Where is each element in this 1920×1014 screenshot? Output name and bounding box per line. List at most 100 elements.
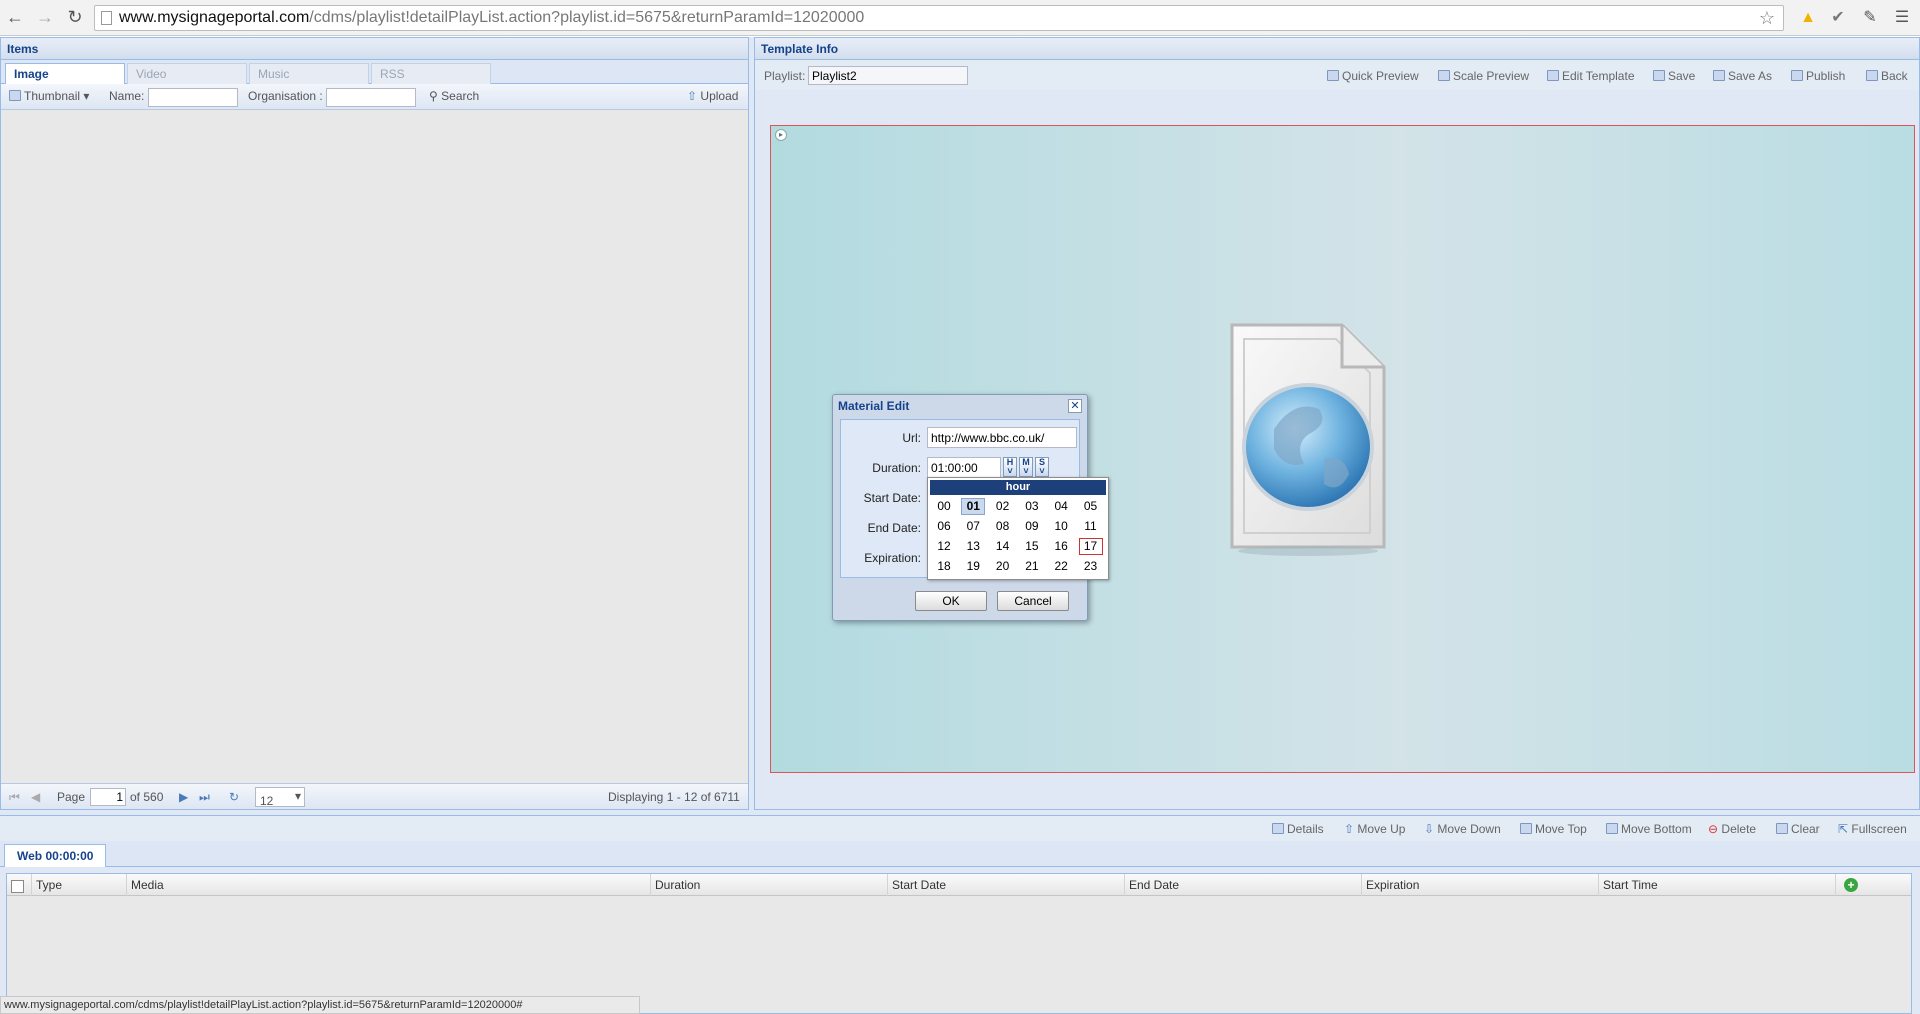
bookmark-star-icon[interactable]: ☆ bbox=[1759, 6, 1775, 30]
fullscreen-button[interactable]: ⇱ Fullscreen bbox=[1838, 822, 1907, 836]
tab-video[interactable]: Video bbox=[127, 63, 247, 84]
back-icon[interactable]: ← bbox=[4, 6, 26, 28]
page-number-input[interactable] bbox=[90, 788, 126, 806]
back-label: Back bbox=[1881, 69, 1908, 83]
hour-option[interactable]: 17 bbox=[1078, 538, 1103, 555]
move-top-icon bbox=[1520, 823, 1532, 834]
search-icon: ⚲ bbox=[429, 89, 438, 103]
refresh-icon[interactable]: ↻ bbox=[229, 790, 239, 804]
notification-bell-icon[interactable]: ▲ bbox=[1798, 8, 1818, 28]
hour-option[interactable]: 22 bbox=[1049, 558, 1073, 575]
move-top-button[interactable]: Move Top bbox=[1520, 822, 1587, 836]
second-spinner-button[interactable]: S ˅ bbox=[1035, 457, 1049, 477]
scale-preview-button[interactable]: Scale Preview bbox=[1438, 69, 1529, 83]
scale-preview-label: Scale Preview bbox=[1453, 69, 1530, 83]
save-button[interactable]: Save bbox=[1653, 69, 1695, 83]
hour-spinner-button[interactable]: H ˅ bbox=[1003, 457, 1017, 477]
start-date-label: Start Date: bbox=[863, 491, 921, 505]
status-bar: www.mysignageportal.com/cdms/playlist!de… bbox=[0, 996, 640, 1014]
select-all-checkbox[interactable] bbox=[7, 874, 31, 896]
hour-option[interactable]: 00 bbox=[932, 498, 956, 515]
move-bottom-icon bbox=[1606, 823, 1618, 834]
column-end-date[interactable]: End Date bbox=[1124, 874, 1361, 896]
minute-spinner-button[interactable]: M ˅ bbox=[1019, 457, 1033, 477]
hour-option[interactable]: 02 bbox=[991, 498, 1015, 515]
clear-button[interactable]: Clear bbox=[1776, 822, 1820, 836]
hour-option[interactable]: 16 bbox=[1049, 538, 1073, 555]
address-bar[interactable]: www.mysignageportal.com/cdms/playlist!de… bbox=[94, 5, 1784, 31]
column-media[interactable]: Media bbox=[126, 874, 650, 896]
hour-option[interactable]: 21 bbox=[1020, 558, 1044, 575]
publish-icon bbox=[1791, 70, 1803, 81]
hour-option[interactable]: 06 bbox=[932, 518, 956, 535]
fullscreen-icon: ⇱ bbox=[1838, 822, 1849, 836]
page-size-select[interactable]: 12 ▾ bbox=[255, 787, 305, 808]
column-duration[interactable]: Duration bbox=[650, 874, 887, 896]
view-mode-button[interactable]: Thumbnail ▾ bbox=[9, 89, 89, 103]
hour-option[interactable]: 13 bbox=[961, 538, 985, 555]
column-type[interactable]: Type bbox=[31, 874, 126, 896]
column-expiration[interactable]: Expiration bbox=[1361, 874, 1598, 896]
tab-web[interactable]: Web 00:00:00 bbox=[4, 844, 107, 867]
hour-option[interactable]: 04 bbox=[1049, 498, 1073, 515]
add-row-button[interactable]: + bbox=[1835, 874, 1911, 896]
hour-option[interactable]: 01 bbox=[961, 498, 986, 515]
hour-option[interactable]: 15 bbox=[1020, 538, 1044, 555]
search-label: Search bbox=[441, 89, 480, 103]
name-input[interactable] bbox=[148, 88, 238, 107]
organisation-input[interactable] bbox=[326, 88, 416, 107]
prev-page-icon[interactable]: ◀ bbox=[31, 790, 40, 804]
extension-hand-icon[interactable]: ✎ bbox=[1860, 8, 1880, 28]
search-button[interactable]: ⚲ Search bbox=[429, 89, 479, 103]
view-mode-label: Thumbnail bbox=[24, 89, 81, 103]
reload-icon[interactable]: ↻ bbox=[64, 6, 86, 28]
save-as-button[interactable]: Save As bbox=[1713, 69, 1772, 83]
tab-image[interactable]: Image bbox=[5, 63, 125, 85]
hour-option[interactable]: 11 bbox=[1079, 518, 1103, 535]
hour-option[interactable]: 09 bbox=[1020, 518, 1044, 535]
url-path: /cdms/playlist!detailPlayList.action?pla… bbox=[309, 9, 865, 26]
hour-option[interactable]: 05 bbox=[1079, 498, 1103, 515]
url-input[interactable] bbox=[927, 427, 1077, 448]
column-start-time[interactable]: Start Time bbox=[1598, 874, 1835, 896]
upload-button[interactable]: ⇧ Upload bbox=[687, 89, 738, 103]
move-up-button[interactable]: ⇧ Move Up bbox=[1344, 822, 1405, 836]
next-page-icon[interactable]: ▶ bbox=[179, 790, 188, 804]
hour-option[interactable]: 18 bbox=[932, 558, 956, 575]
move-bottom-button[interactable]: Move Bottom bbox=[1606, 822, 1692, 836]
hour-option[interactable]: 12 bbox=[932, 538, 956, 555]
delete-button[interactable]: ⊖ Delete bbox=[1708, 822, 1756, 836]
back-button[interactable]: Back bbox=[1866, 69, 1908, 83]
edit-template-button[interactable]: Edit Template bbox=[1547, 69, 1635, 83]
cancel-button[interactable]: Cancel bbox=[997, 591, 1069, 611]
quick-preview-button[interactable]: Quick Preview bbox=[1327, 69, 1419, 83]
last-page-icon[interactable]: ⏭ bbox=[199, 790, 210, 805]
first-page-icon[interactable]: ⏮ bbox=[9, 790, 20, 805]
expand-arrow-icon[interactable]: ▸ bbox=[775, 129, 787, 141]
tab-rss[interactable]: RSS bbox=[371, 63, 491, 84]
hour-option[interactable]: 10 bbox=[1049, 518, 1073, 535]
hour-option[interactable]: 08 bbox=[991, 518, 1015, 535]
extension-check-icon[interactable]: ✔ bbox=[1828, 8, 1848, 28]
hour-option[interactable]: 19 bbox=[961, 558, 985, 575]
duration-input[interactable] bbox=[927, 457, 1001, 478]
forward-icon[interactable]: → bbox=[34, 6, 56, 28]
hour-option[interactable]: 03 bbox=[1020, 498, 1044, 515]
column-start-date[interactable]: Start Date bbox=[887, 874, 1124, 896]
upload-icon: ⇧ bbox=[687, 89, 698, 103]
tab-music[interactable]: Music bbox=[249, 63, 369, 84]
menu-icon[interactable]: ☰ bbox=[1892, 8, 1912, 28]
move-down-button[interactable]: ⇩ Move Down bbox=[1424, 822, 1501, 836]
items-grid bbox=[1, 111, 748, 769]
details-button[interactable]: Details bbox=[1272, 822, 1324, 836]
close-icon[interactable]: ✕ bbox=[1068, 399, 1082, 413]
hour-option[interactable]: 23 bbox=[1079, 558, 1103, 575]
ok-button[interactable]: OK bbox=[915, 591, 987, 611]
scale-preview-icon bbox=[1438, 70, 1450, 81]
hour-option[interactable]: 07 bbox=[961, 518, 985, 535]
hour-option[interactable]: 14 bbox=[991, 538, 1015, 555]
edit-template-icon bbox=[1547, 70, 1559, 81]
hour-option[interactable]: 20 bbox=[991, 558, 1015, 575]
publish-button[interactable]: Publish bbox=[1791, 69, 1845, 83]
playlist-input[interactable] bbox=[808, 66, 968, 85]
